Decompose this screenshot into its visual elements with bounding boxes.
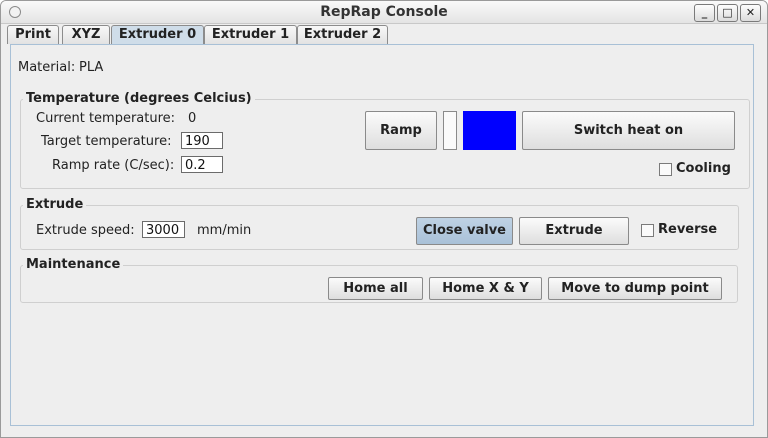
heater-level-indicator — [443, 111, 457, 150]
extrude-speed-label: Extrude speed: — [36, 223, 135, 238]
target-temperature-input[interactable]: 190 — [181, 132, 223, 149]
move-to-dump-point-button[interactable]: Move to dump point — [548, 277, 722, 300]
material-value: PLA — [79, 60, 104, 75]
maintenance-group-title: Maintenance — [23, 257, 124, 272]
cooling-label: Cooling — [676, 161, 731, 176]
close-button[interactable]: ✕ — [740, 4, 761, 22]
reverse-checkbox[interactable] — [641, 224, 654, 237]
tab-extruder-0[interactable]: Extruder 0 — [111, 25, 204, 45]
home-all-button[interactable]: Home all — [328, 277, 423, 300]
title-bar: RepRap Console _ □ ✕ — [1, 1, 767, 24]
ramp-button[interactable]: Ramp — [365, 111, 437, 150]
extruder-panel: Material: PLA Temperature (degrees Celci… — [10, 44, 754, 426]
current-temperature-label: Current temperature: — [36, 111, 176, 126]
extrude-speed-input[interactable]: 3000 — [142, 221, 185, 238]
extrude-group-title: Extrude — [23, 197, 87, 212]
extrude-speed-unit: mm/min — [197, 223, 252, 238]
app-window: RepRap Console _ □ ✕ Print XYZ Extruder … — [0, 0, 768, 438]
ramp-rate-label: Ramp rate (C/sec): — [52, 158, 175, 173]
heater-status-indicator — [463, 111, 516, 150]
current-temperature-value: 0 — [188, 111, 197, 126]
maximize-button[interactable]: □ — [717, 4, 738, 22]
home-xy-button[interactable]: Home X & Y — [429, 277, 542, 300]
tab-extruder-2[interactable]: Extruder 2 — [297, 25, 388, 44]
switch-heat-button[interactable]: Switch heat on — [522, 111, 735, 150]
material-label: Material: — [18, 60, 76, 75]
temperature-group-title: Temperature (degrees Celcius) — [23, 91, 255, 106]
target-temperature-label: Target temperature: — [41, 134, 172, 149]
extrude-button[interactable]: Extrude — [519, 217, 629, 245]
tab-extruder-1[interactable]: Extruder 1 — [204, 25, 297, 44]
ramp-rate-input[interactable]: 0.2 — [181, 156, 223, 173]
minimize-button[interactable]: _ — [694, 4, 715, 22]
cooling-checkbox[interactable] — [659, 163, 672, 176]
tab-xyz[interactable]: XYZ — [62, 25, 110, 44]
reverse-label: Reverse — [658, 222, 718, 237]
close-valve-button[interactable]: Close valve — [416, 217, 513, 245]
window-title: RepRap Console — [320, 4, 448, 20]
tab-print[interactable]: Print — [7, 25, 59, 44]
